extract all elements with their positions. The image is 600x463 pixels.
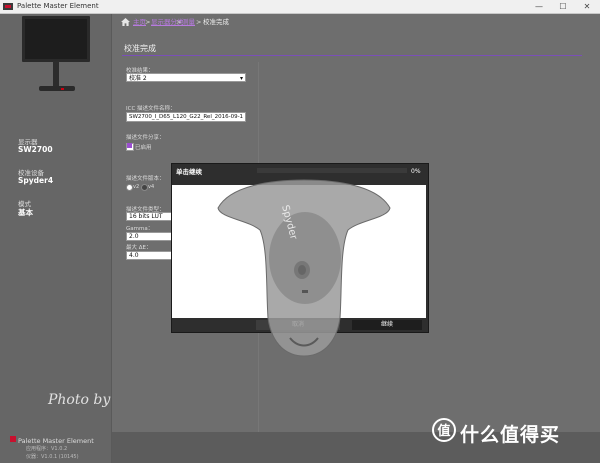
icc-name-input[interactable]: SW2700_I_D65_L120_G22_Rel_2016-09-1	[126, 112, 246, 122]
breadcrumb-separator: >	[145, 18, 151, 26]
title-divider	[122, 55, 582, 56]
brand-logo-icon	[10, 436, 16, 442]
spyder-colorimeter-icon: Spyder	[217, 179, 391, 357]
device-value: Spyder4	[18, 176, 54, 185]
breadcrumb-current: 校准完成	[203, 18, 229, 26]
breadcrumb-measure[interactable]: 测量	[182, 18, 195, 26]
gamma-field[interactable]: 2.0	[126, 232, 174, 241]
site-watermark: 什么值得买	[460, 424, 561, 446]
monitor-icon	[22, 16, 92, 100]
display-value: SW2700	[18, 145, 53, 154]
breadcrumb-separator: >	[196, 18, 202, 26]
app-version: 应用程序：V1.0.2	[26, 446, 68, 452]
chevron-down-icon: ▾	[239, 75, 243, 82]
close-button[interactable]: ✕	[576, 0, 598, 13]
max-delta-e-field[interactable]: 4.0	[126, 251, 174, 260]
share-checkbox-label: 已启用	[135, 145, 152, 151]
version-v2-label: v2	[133, 184, 140, 190]
share-label: 描述文件分享：	[126, 135, 165, 141]
profile-version-label: 描述文件版本：	[126, 176, 165, 182]
version-v4-radio[interactable]	[141, 184, 148, 191]
progress-percent: 0%	[411, 168, 421, 175]
page-title: 校准完成	[124, 44, 156, 53]
breadcrumb-separator: >	[176, 18, 182, 26]
svg-text:值: 值	[437, 423, 450, 439]
minimize-button[interactable]: —	[528, 0, 550, 13]
gamma-label: Gamma：	[126, 226, 154, 232]
max-delta-e-label: 最大 ΔE：	[126, 245, 152, 251]
dialog-title: 单击继续	[176, 168, 202, 176]
profile-name-select[interactable]: 校准 2 ▾	[126, 73, 246, 82]
progress-bar	[257, 168, 407, 173]
version-v2-radio[interactable]	[126, 184, 133, 191]
icc-name-label: ICC 描述文件名称：	[126, 106, 176, 112]
profile-type-field[interactable]: 16 bits LUT	[126, 212, 174, 221]
maximize-button[interactable]: ☐	[552, 0, 574, 13]
app-logo-icon	[3, 3, 13, 10]
window-title: Palette Master Element	[17, 2, 99, 10]
brand-name: Palette Master Element	[18, 437, 94, 445]
mode-value: 基本	[18, 208, 33, 217]
window-titlebar: Palette Master Element — ☐ ✕	[0, 0, 600, 14]
instrument-version: 仪器：V1.0.1 (10145)	[26, 454, 79, 460]
profile-name-value: 校准 2	[129, 75, 147, 82]
home-icon[interactable]	[121, 18, 130, 26]
site-logo-icon: 值	[432, 418, 456, 442]
checkmark-icon	[127, 143, 132, 148]
version-v4-label: v4	[148, 184, 155, 190]
